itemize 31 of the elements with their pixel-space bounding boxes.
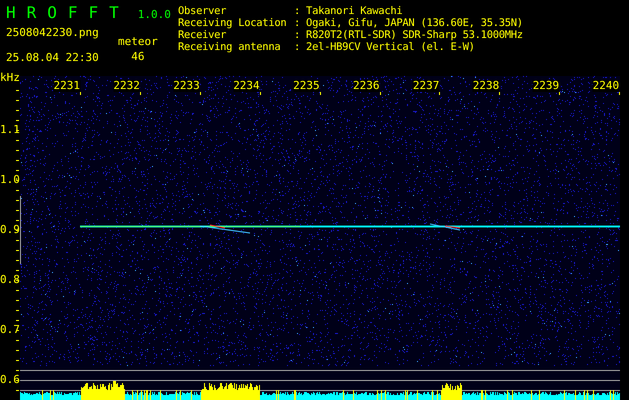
meteor-label: meteor — [118, 36, 158, 48]
y-axis-label: 1.0 — [0, 174, 20, 186]
file-name: 2508042230.png — [6, 27, 100, 39]
x-axis-label: 2233 — [173, 80, 200, 92]
y-axis-label: 0.8 — [0, 274, 20, 286]
timestamp: 25.08.04 22:30 — [6, 52, 100, 64]
x-axis-label: 2235 — [293, 80, 320, 92]
y-axis-label: 0.7 — [0, 324, 20, 336]
axis-unit: kHz — [0, 72, 20, 84]
app-name: HROFFT — [6, 5, 130, 21]
y-axis-label: 0.6 — [0, 374, 20, 386]
x-axis-label: 2234 — [233, 80, 260, 92]
x-axis-label: 2232 — [113, 80, 140, 92]
info-label: Receiving antenna — [178, 41, 282, 53]
x-axis-label: 2237 — [412, 80, 440, 92]
x-axis-label: 2238 — [472, 80, 500, 92]
x-axis-label: 2236 — [353, 80, 380, 92]
info-value: : 2el-HB9CV Vertical (el. E-W) — [294, 41, 475, 53]
app-version: 1.0.0 — [138, 9, 171, 21]
x-axis-label: 2240 — [592, 80, 620, 92]
y-axis-label: 1.1 — [0, 124, 20, 136]
meteor-count: 46 — [131, 51, 144, 63]
info-value: : Ogaki, Gifu, JAPAN (136.60E, 35.35N) — [294, 17, 523, 29]
info-label: Receiving Location — [178, 17, 288, 29]
info-value: : Takanori Kawachi — [294, 5, 402, 17]
y-axis-label: 0.9 — [0, 224, 20, 236]
info-value: : R820T2(RTL-SDR) SDR-Sharp 53.1000MHz — [294, 29, 523, 41]
x-axis-label: 2239 — [532, 80, 560, 92]
info-label: Receiver — [178, 29, 228, 41]
x-axis-label: 2231 — [54, 80, 80, 92]
info-label: Observer — [178, 5, 228, 17]
